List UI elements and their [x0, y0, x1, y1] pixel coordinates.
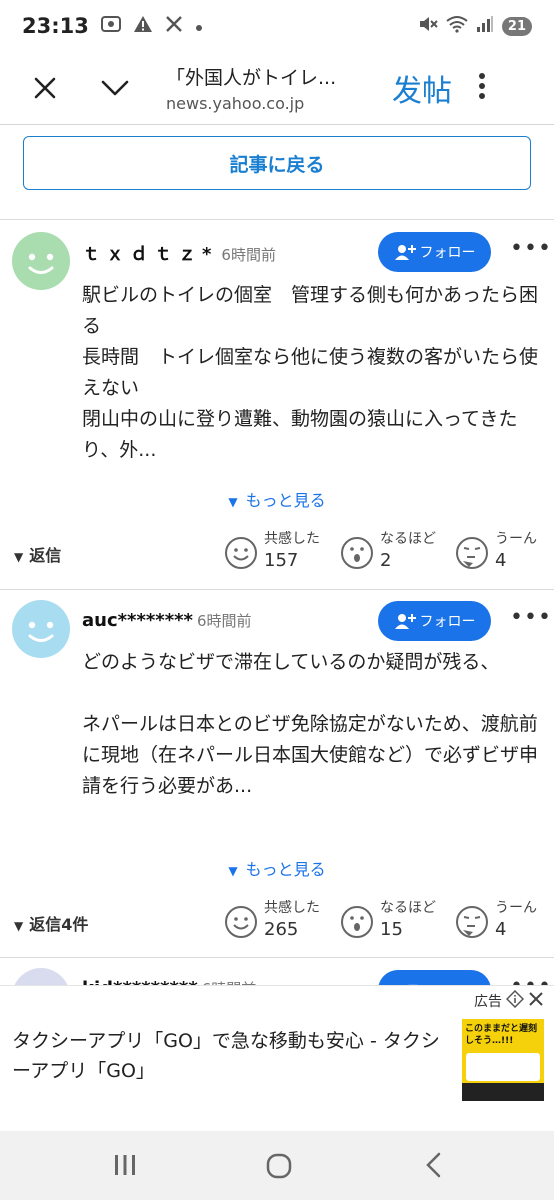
comment-line: 閉山中の山に登り遭難、動物園の猿山に入ってきたり、外...	[82, 408, 518, 461]
surprised-face-icon	[341, 906, 373, 938]
reaction-hmm[interactable]: うーん 4	[455, 530, 537, 574]
show-more-link[interactable]: ▼ もっと見る	[0, 487, 554, 511]
reaction-insightful[interactable]: なるほど 15	[340, 899, 436, 943]
comment-author[interactable]: ｔｘｄｔｚ* 6時間前	[82, 240, 276, 266]
page-domain: news.yahoo.co.jp	[166, 94, 305, 113]
ad-label: 広告	[474, 989, 544, 1012]
post-button[interactable]: 发帖	[392, 66, 452, 110]
wifi-icon	[446, 15, 468, 38]
url-bar[interactable]: 「外国人がトイレ... news.yahoo.co.jp	[166, 63, 376, 113]
ad-image[interactable]: このままだと遅刻しそう…!!!	[462, 1019, 544, 1101]
reaction-count: 15	[380, 919, 403, 940]
home-icon[interactable]	[265, 1152, 293, 1184]
close-icon[interactable]	[30, 73, 60, 103]
toolbar-divider	[0, 124, 554, 125]
comment-line	[82, 678, 542, 709]
add-user-icon	[394, 614, 416, 629]
reply-toggle[interactable]: ▼ 返信4件	[14, 911, 88, 935]
comment-more-icon[interactable]: •••	[510, 236, 552, 261]
smile-face-icon	[225, 906, 257, 938]
triangle-down-icon: ▼	[228, 495, 238, 509]
clock: 23:13	[22, 14, 89, 38]
chevron-down-icon[interactable]	[100, 73, 130, 103]
surprised-face-icon	[341, 537, 373, 569]
comment-body: 駅ビルのトイレの個室 管理する側も何かあったら困る 長時間 トイレ個室なら他に使…	[82, 280, 542, 466]
reaction-insightful[interactable]: なるほど 2	[340, 530, 436, 574]
follow-button[interactable]: フォロー	[378, 601, 491, 641]
comment-line: ネパールは日本とのビザ免除協定がないため、渡航前に現地（在ネパール日本国大使館な…	[82, 713, 539, 797]
triangle-down-icon: ▼	[14, 550, 24, 564]
reaction-hmm[interactable]: うーん 4	[455, 899, 537, 943]
smile-face-icon	[225, 537, 257, 569]
ad-close-icon[interactable]	[528, 991, 544, 1011]
show-more-link[interactable]: ▼ もっと見る	[0, 856, 554, 880]
reaction-count: 4	[495, 550, 507, 571]
back-to-article-button[interactable]: 記事に戻る	[23, 136, 531, 190]
x-app-icon	[165, 15, 183, 38]
reaction-count: 4	[495, 919, 507, 940]
add-user-icon	[394, 245, 416, 260]
comment-more-icon[interactable]: •••	[510, 605, 552, 630]
comment-item: auc******** 6時間前 フォロー ••• どのようなビザで滞在しているの…	[0, 590, 554, 960]
browser-toolbar: 「外国人がトイレ... news.yahoo.co.jp 发帖	[0, 52, 554, 124]
system-nav-bar	[0, 1131, 554, 1200]
comment-line: 駅ビルのトイレの個室 管理する側も何かあったら困る	[82, 284, 539, 337]
comment-item: ｔｘｄｔｚ* 6時間前 フォロー ••• 駅ビルのトイレの個室 管理する側も何かあ…	[0, 220, 554, 590]
thinking-face-icon	[456, 906, 488, 938]
screenshot-icon	[100, 15, 121, 38]
reaction-count: 265	[264, 919, 299, 940]
comment-body: どのようなビザで滞在しているのか疑問が残る、 ネパールは日本とのビザ免除協定がな…	[82, 647, 542, 802]
notification-dot-icon	[195, 16, 203, 37]
reaction-empathy[interactable]: 共感した 265	[224, 899, 320, 943]
follow-button[interactable]: フォロー	[378, 232, 491, 272]
more-options-icon[interactable]	[478, 72, 486, 105]
recent-apps-icon[interactable]	[113, 1153, 137, 1181]
triangle-down-icon: ▼	[228, 864, 238, 878]
ad-image-caption: このままだと遅刻しそう…!!!	[465, 1024, 538, 1046]
avatar[interactable]	[12, 600, 70, 658]
comment-item: kid*********6時間前 フォロー •••	[0, 958, 554, 988]
comment-author[interactable]: auc******** 6時間前	[82, 610, 251, 631]
avatar[interactable]	[12, 232, 70, 290]
reaction-count: 157	[264, 550, 299, 571]
mute-icon	[418, 15, 438, 38]
comment-line: 長時間 トイレ個室なら他に使う複数の客がいたら使えない	[82, 346, 539, 399]
ad-banner[interactable]: 広告 タクシーアプリ「GO」で急な移動も安心 - タクシーアプリ「GO」 このま…	[0, 985, 554, 1131]
comment-line: どのようなビザで滞在しているのか疑問が残る、	[82, 651, 500, 673]
signal-icon	[476, 15, 494, 38]
thinking-face-icon	[456, 537, 488, 569]
reaction-count: 2	[380, 550, 392, 571]
back-icon[interactable]	[424, 1151, 444, 1183]
warning-icon	[133, 15, 153, 38]
ad-text[interactable]: タクシーアプリ「GO」で急な移動も安心 - タクシーアプリ「GO」	[12, 1026, 452, 1086]
comment-time: 6時間前	[196, 612, 252, 630]
page-title: 「外国人がトイレ...	[166, 67, 337, 89]
triangle-down-icon: ▼	[14, 919, 24, 933]
reply-toggle[interactable]: ▼ 返信	[14, 542, 61, 566]
ad-info-icon[interactable]	[505, 989, 525, 1012]
status-bar: 23:13 21	[0, 0, 554, 52]
comment-time: 6時間前	[221, 246, 276, 264]
reaction-empathy[interactable]: 共感した 157	[224, 530, 320, 574]
battery-indicator: 21	[501, 16, 532, 36]
